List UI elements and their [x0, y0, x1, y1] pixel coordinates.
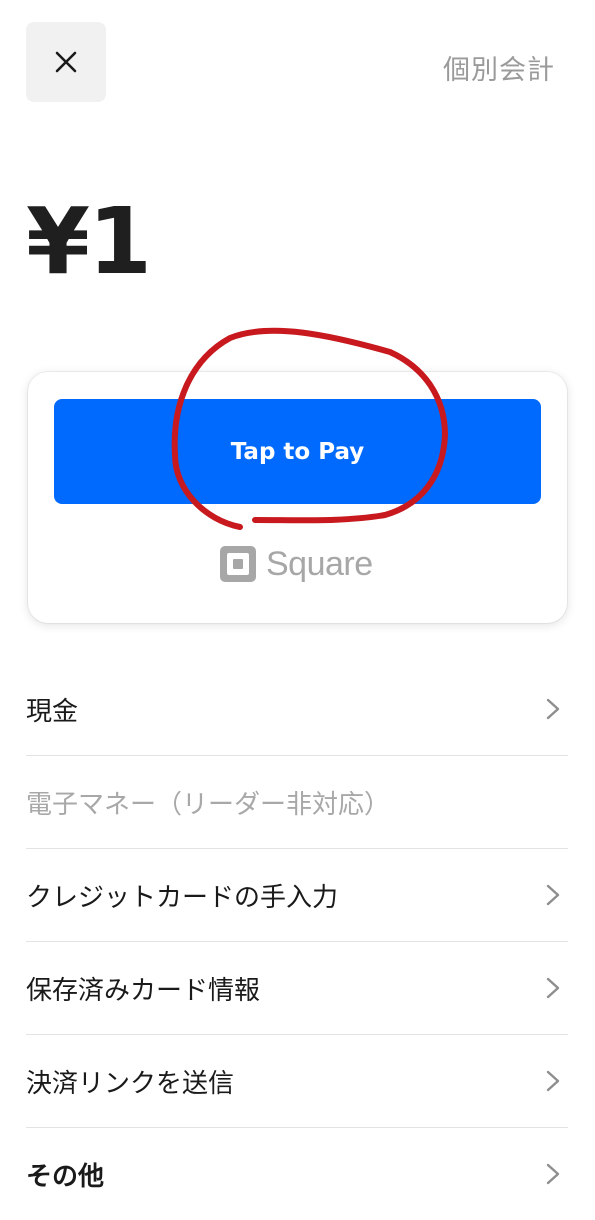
close-icon — [55, 51, 77, 73]
method-saved-card[interactable]: 保存済みカード情報 — [26, 942, 568, 1035]
square-brand: Square — [218, 544, 373, 584]
method-label: 現金 — [26, 696, 79, 727]
method-label: その他 — [26, 1161, 105, 1192]
method-label: クレジットカードの手入力 — [26, 882, 339, 913]
square-brand-label: Square — [266, 544, 373, 583]
charge-amount: ¥1 — [26, 188, 152, 295]
chevron-right-icon — [546, 1163, 560, 1185]
method-manual-card-entry[interactable]: クレジットカードの手入力 — [26, 849, 568, 942]
method-label: 保存済みカード情報 — [26, 975, 261, 1006]
method-emoney-disabled: 電子マネー（リーダー非対応） — [26, 756, 568, 849]
chevron-right-icon — [546, 977, 560, 999]
split-bill-link[interactable]: 個別会計 — [443, 48, 555, 87]
method-cash[interactable]: 現金 — [26, 663, 568, 756]
close-button[interactable] — [26, 22, 106, 102]
method-other[interactable]: その他 — [26, 1128, 568, 1220]
payment-method-list: 現金 電子マネー（リーダー非対応） クレジットカードの手入力 保存済みカード情報… — [26, 663, 568, 1220]
method-label: 電子マネー（リーダー非対応） — [26, 789, 391, 820]
tap-to-pay-label: Tap to Pay — [230, 438, 365, 465]
chevron-right-icon — [546, 698, 560, 720]
tap-to-pay-button[interactable]: Tap to Pay — [54, 399, 541, 504]
square-logo-icon — [220, 546, 256, 582]
chevron-right-icon — [546, 884, 560, 906]
tap-to-pay-card: Tap to Pay Square — [28, 372, 567, 623]
method-label: 決済リンクを送信 — [26, 1068, 235, 1099]
method-send-payment-link[interactable]: 決済リンクを送信 — [26, 1035, 568, 1128]
chevron-right-icon — [546, 1070, 560, 1092]
